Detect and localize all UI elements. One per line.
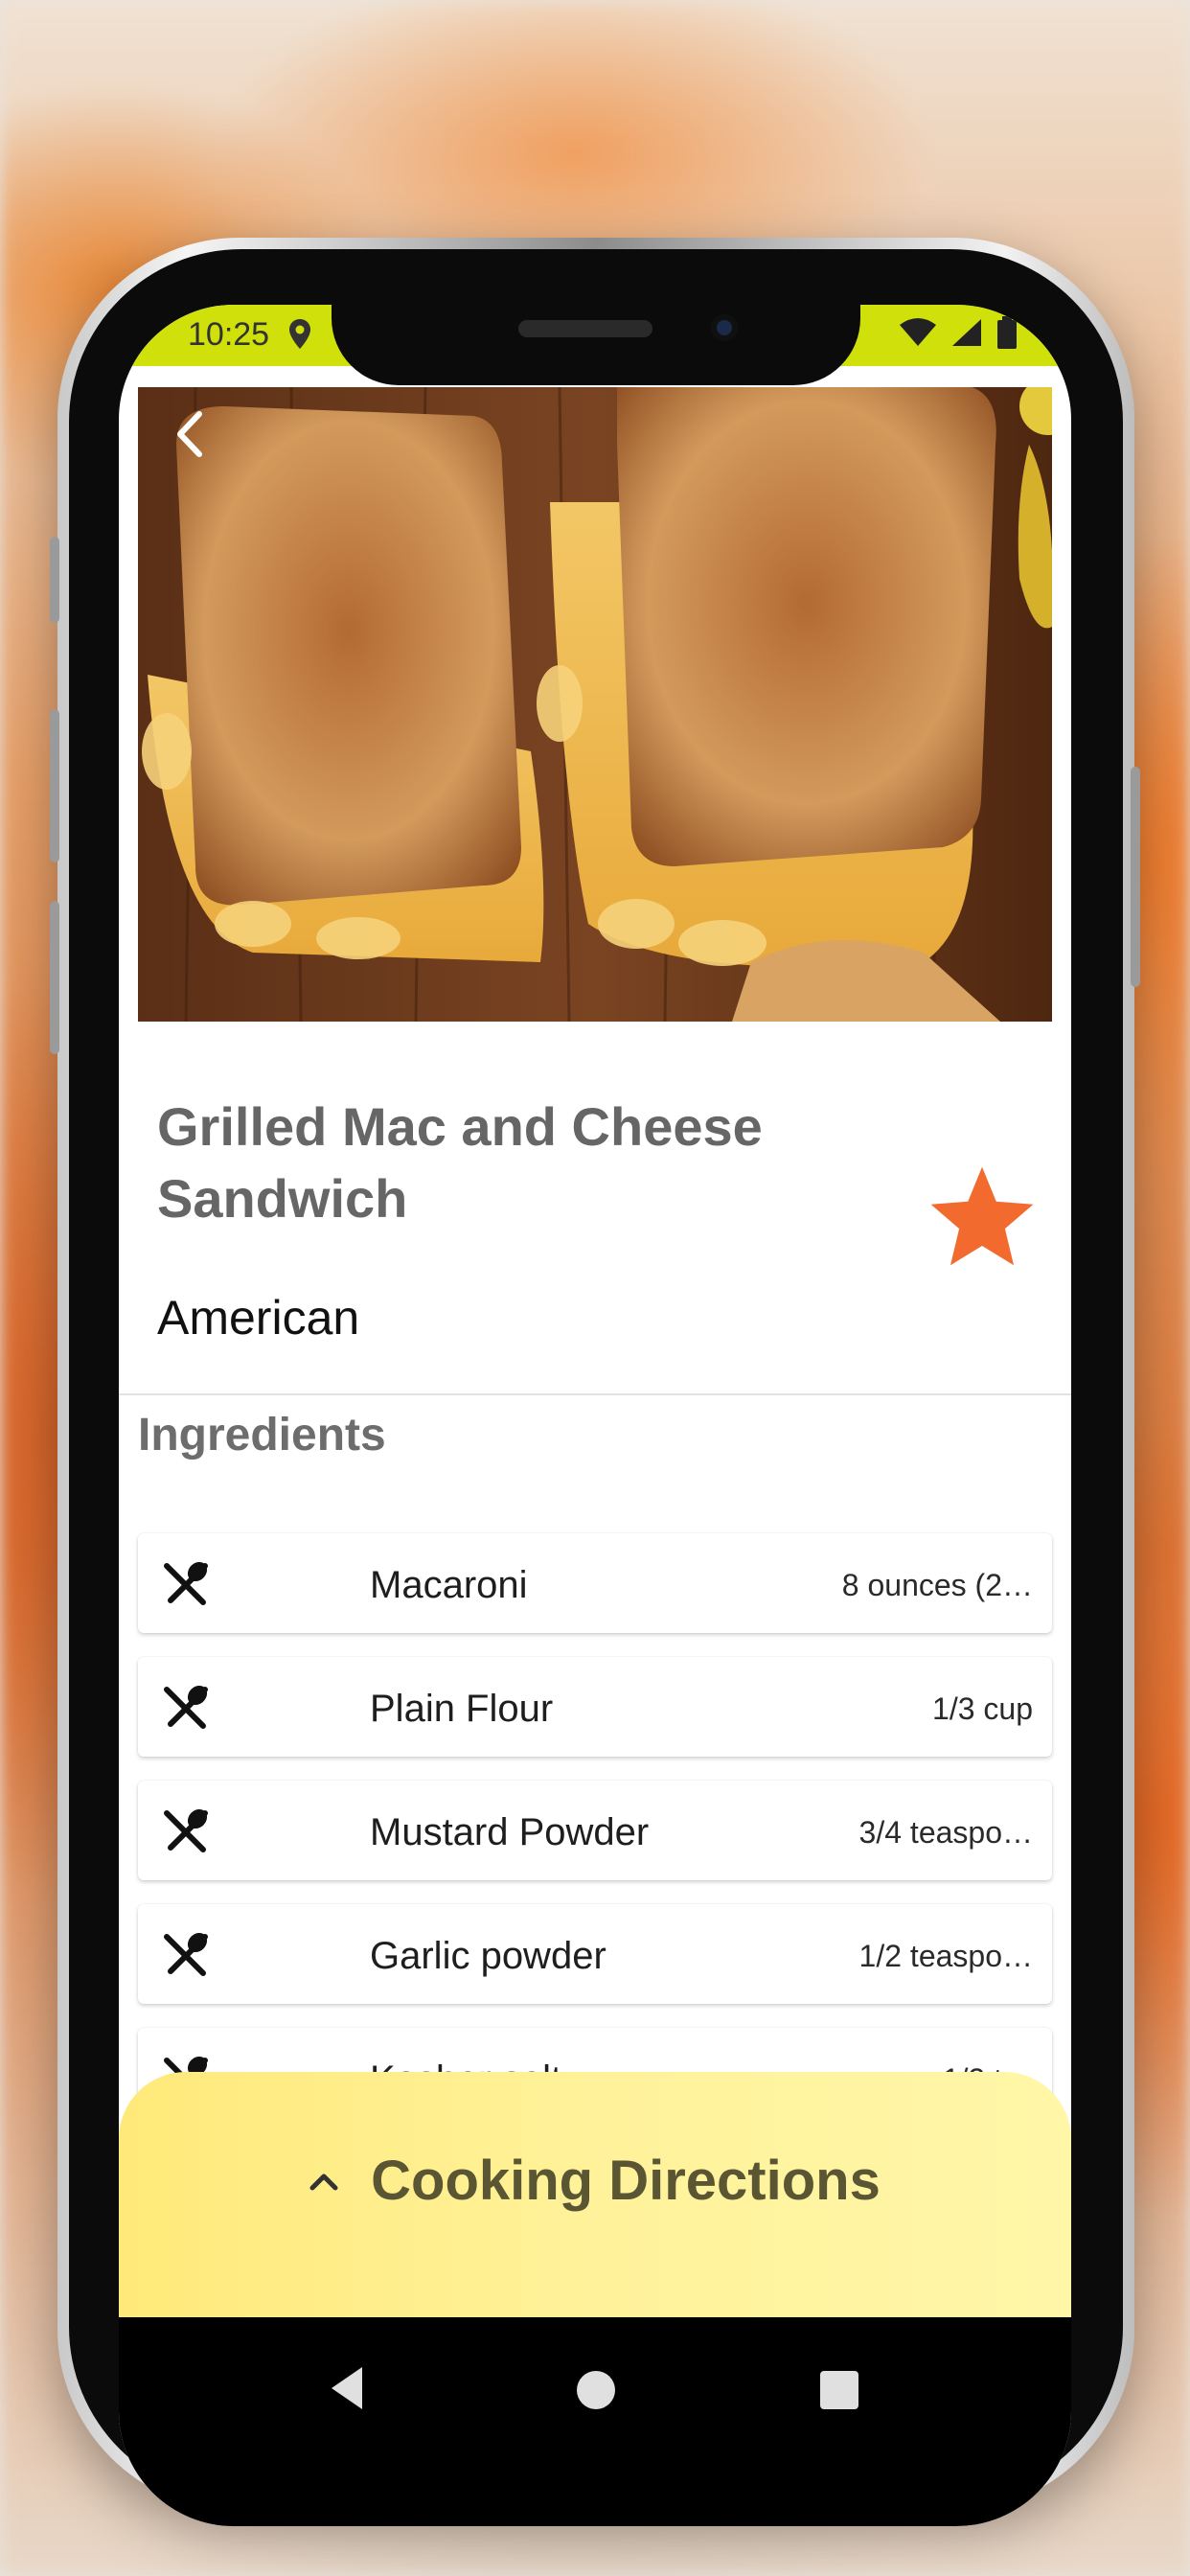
phone-volume-up-button: [50, 709, 59, 862]
phone-side-button: [50, 537, 59, 623]
star-icon: [930, 1166, 1034, 1266]
utensils-icon: [164, 1932, 208, 1976]
utensils-icon: [164, 1808, 208, 1852]
phone-power-button: [1131, 767, 1140, 987]
ingredients-list: Macaroni 8 ounces (2… Plain Flour 1/3 cu…: [138, 1533, 1052, 2151]
phone-notch: [332, 305, 860, 385]
ingredient-item[interactable]: Plain Flour 1/3 cup: [138, 1657, 1052, 1757]
utensils-icon: [164, 1561, 208, 1605]
ingredient-item[interactable]: Macaroni 8 ounces (2…: [138, 1533, 1052, 1633]
nav-recents-icon[interactable]: [820, 2371, 858, 2409]
signal-icon: [952, 319, 981, 346]
ingredient-quantity: 1/2 teaspo…: [858, 1939, 1033, 1973]
ingredient-name: Macaroni: [370, 1564, 528, 1606]
nav-home-icon[interactable]: [577, 2371, 615, 2409]
status-time: 10:25: [188, 316, 270, 353]
recipe-cuisine: American: [157, 1291, 360, 1345]
ingredient-item[interactable]: Garlic powder 1/2 teaspo…: [138, 1904, 1052, 2004]
ingredients-heading: Ingredients: [138, 1410, 386, 1460]
chevron-left-icon: [177, 411, 202, 457]
battery-icon: [997, 316, 1017, 349]
wifi-icon: [900, 318, 936, 346]
utensils-icon: [164, 1685, 208, 1729]
back-button[interactable]: [155, 401, 222, 468]
ingredient-quantity: 8 ounces (2…: [841, 1568, 1033, 1602]
recipe-title: Grilled Mac and Cheese Sandwich: [157, 1096, 763, 1229]
cooking-directions-sheet[interactable]: Cooking Directions: [119, 2072, 1071, 2359]
recipe-header-card: Grilled Mac and Cheese Sandwich American: [119, 1043, 1071, 1395]
location-icon: [289, 319, 310, 349]
nav-back-icon[interactable]: [328, 2365, 366, 2411]
ingredient-quantity: 1/3 cup: [932, 1691, 1033, 1726]
ingredient-name: Garlic powder: [370, 1935, 606, 1977]
sandwich-photo: [138, 387, 1052, 1022]
ingredient-quantity: 3/4 teaspo…: [858, 1815, 1033, 1850]
favorite-button[interactable]: [924, 1160, 1041, 1276]
app-screen: 10:25 Grilled Mac and Cheese Sandwich Am…: [119, 305, 1071, 2526]
chevron-up-icon: [309, 2174, 338, 2190]
navigation-bar: [119, 2317, 1071, 2526]
cooking-directions-title: Cooking Directions: [371, 2150, 881, 2212]
phone-volume-down-button: [50, 901, 59, 1054]
recipe-hero-image: [138, 387, 1052, 1022]
ingredient-name: Plain Flour: [370, 1688, 554, 1730]
ingredient-name: Mustard Powder: [370, 1811, 650, 1853]
ingredient-item[interactable]: Mustard Powder 3/4 teaspo…: [138, 1781, 1052, 1880]
